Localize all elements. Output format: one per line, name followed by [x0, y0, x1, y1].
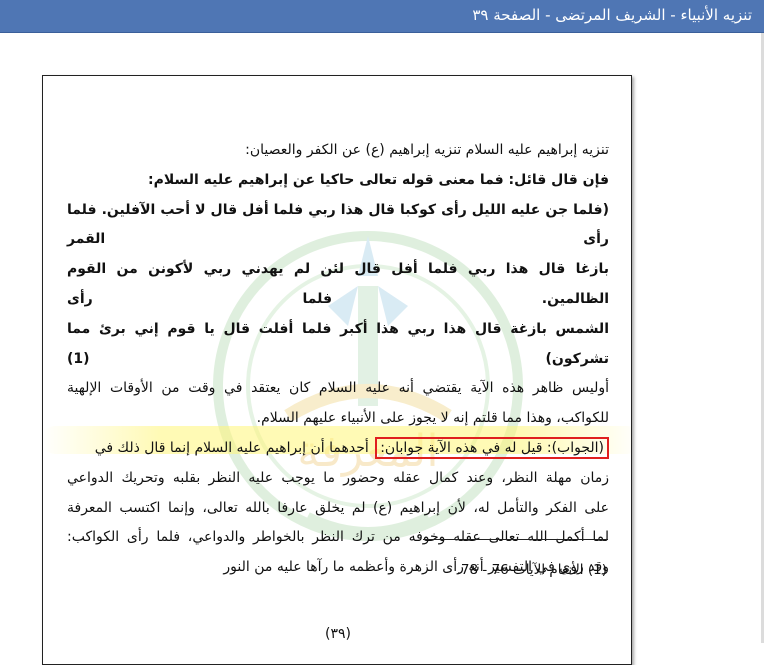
- window-title: تنزيه الأنبياء - الشريف المرتضى - الصفحة…: [472, 6, 752, 24]
- text-line: تنزيه إبراهيم عليه السلام تنزيه إبراهيم …: [245, 142, 609, 158]
- text-line: فإن قال قائل: فما معنى قوله تعالى حاكيا …: [148, 171, 609, 188]
- text-line: للكواكب، وهذا مما قلتم إنه لا يجوز على ا…: [256, 410, 609, 427]
- document-page: المعرفة تنزيه إبراهيم عليه السلام تنزيه …: [42, 75, 632, 665]
- page-number: (٣٩): [325, 626, 351, 642]
- text-line: (فلما جن عليه الليل رأى كوكبا قال هذا رب…: [67, 201, 609, 248]
- answer-line: (الجواب): قيل له في هذه الآية جوابان: أح…: [67, 434, 609, 464]
- text-line: زمان مهلة النظر، وعند كمال عقله وحضور ما…: [67, 469, 609, 486]
- footnote: (1) الأنعام الآيات 76 - 78.: [456, 562, 607, 578]
- answer-rest: أحدهما أن إبراهيم عليه السلام إنما قال ذ…: [94, 439, 374, 456]
- text-line: أوليس ظاهر هذه الآية يقتضي أنه عليه السل…: [67, 380, 609, 397]
- text-line: على الفكر والتأمل له، لأن إبراهيم (ع) لم…: [67, 499, 609, 516]
- window-titlebar: تنزيه الأنبياء - الشريف المرتضى - الصفحة…: [0, 0, 764, 33]
- answer-highlight-box: (الجواب): قيل له في هذه الآية جوابان:: [375, 436, 609, 459]
- text-line: بازغا قال هذا ربي فلما أفل قال لئن لم يه…: [67, 261, 609, 307]
- document-viewer[interactable]: المعرفة تنزيه إبراهيم عليه السلام تنزيه …: [0, 33, 764, 665]
- footnote-divider: [423, 539, 608, 540]
- body-text: تنزيه إبراهيم عليه السلام تنزيه إبراهيم …: [67, 136, 609, 583]
- text-line: الشمس بازغة قال هذا ربي هذا أكبر فلما أف…: [67, 320, 609, 367]
